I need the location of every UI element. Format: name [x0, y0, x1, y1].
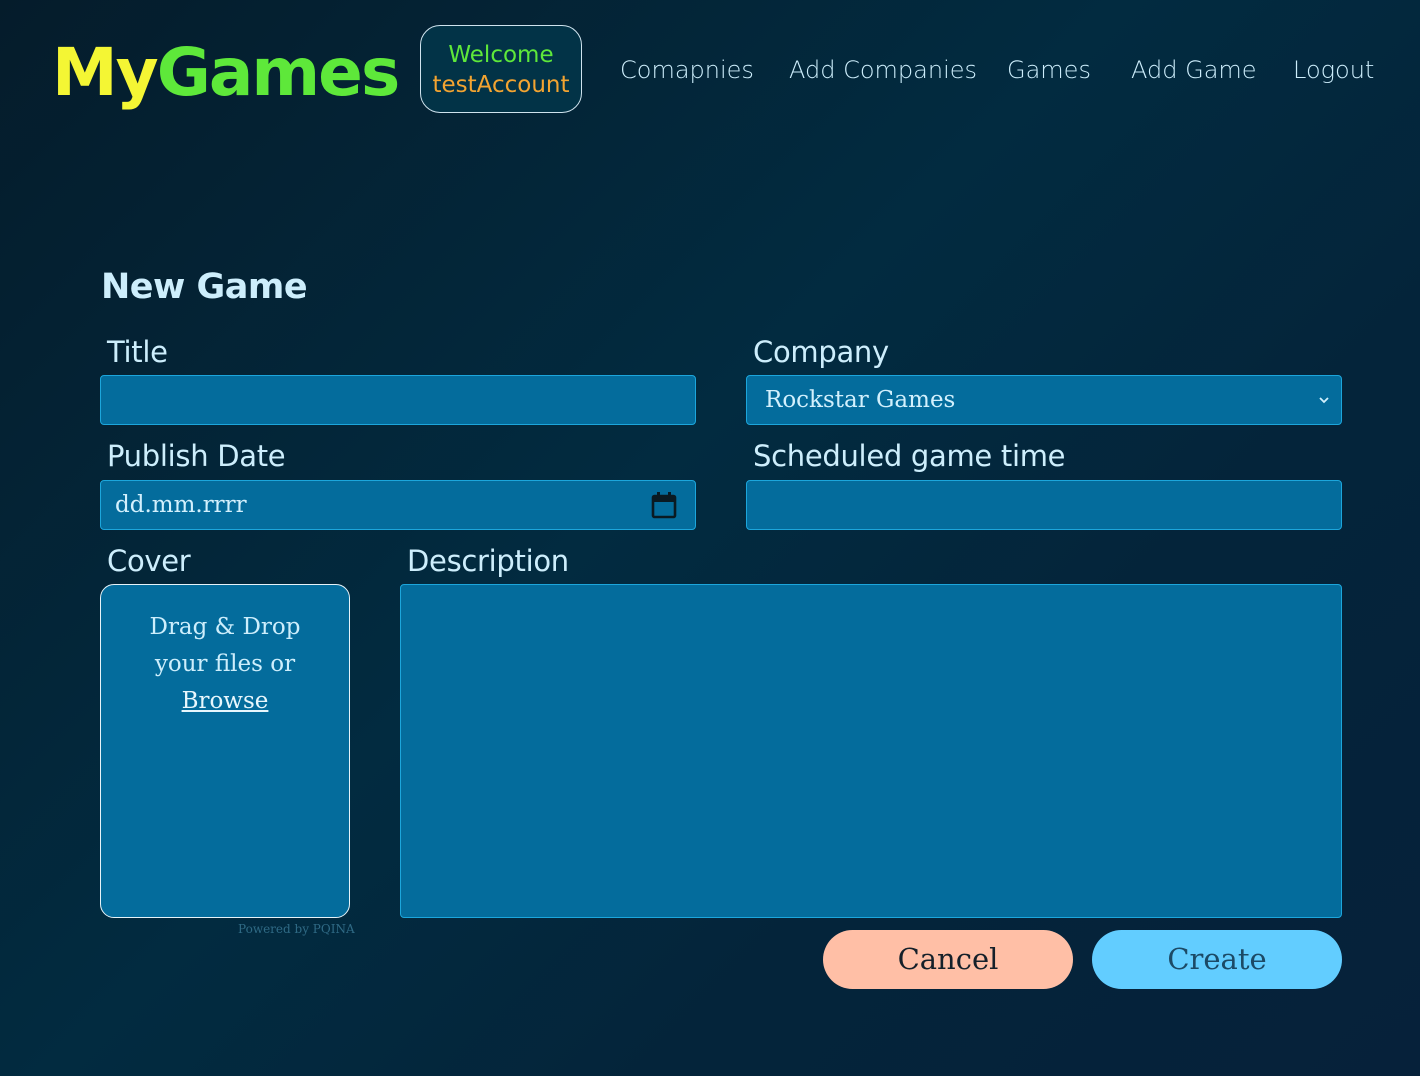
company-selected-value: Rockstar Games [765, 387, 956, 413]
powered-by-text[interactable]: Powered by PQINA [238, 922, 355, 936]
scheduled-time-label: Scheduled game time [753, 439, 1066, 473]
scheduled-time-input[interactable] [746, 480, 1342, 530]
company-select[interactable]: Rockstar Games [746, 375, 1342, 425]
nav-add-game[interactable]: Add Game [1131, 52, 1257, 88]
nav-games[interactable]: Games [1007, 52, 1091, 88]
browse-link[interactable]: Browse [182, 688, 269, 714]
nav-logout[interactable]: Logout [1293, 52, 1374, 88]
publish-date-placeholder: dd.mm.rrrr [115, 492, 247, 518]
cover-dropzone-text: Drag & Drop your files or [149, 614, 301, 677]
main-nav: Comapnies Add Companies Games Add Game L… [0, 52, 1420, 92]
create-button[interactable]: Create [1092, 930, 1342, 989]
cover-label: Cover [107, 544, 191, 578]
description-label: Description [407, 544, 569, 578]
page-title: New Game [101, 267, 308, 307]
title-input[interactable] [100, 375, 696, 425]
nav-companies[interactable]: Comapnies [620, 52, 754, 88]
publish-date-label: Publish Date [107, 439, 286, 473]
company-label: Company [753, 335, 889, 369]
nav-add-companies[interactable]: Add Companies [789, 52, 977, 88]
chevron-down-icon [1319, 397, 1329, 404]
description-textarea[interactable] [400, 584, 1342, 918]
publish-date-input[interactable]: dd.mm.rrrr [100, 480, 696, 530]
cover-dropzone[interactable]: Drag & Drop your files or Browse [100, 584, 350, 918]
title-label: Title [107, 335, 168, 369]
calendar-icon[interactable] [651, 491, 677, 519]
cancel-button[interactable]: Cancel [823, 930, 1073, 989]
